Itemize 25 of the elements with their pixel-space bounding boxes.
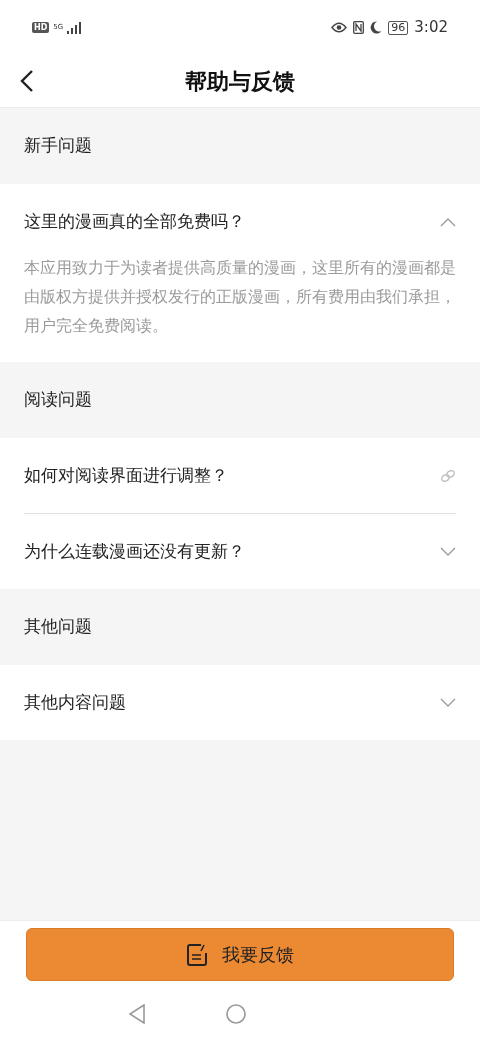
hd-badge: HD (32, 22, 50, 33)
section-heading: 其他问题 (24, 615, 92, 639)
feedback-button[interactable]: 我要反馈 (26, 928, 454, 981)
question-text[interactable]: 这里的漫画真的全部免费吗？ (24, 208, 245, 235)
question-text[interactable]: 为什么连载漫画还没有更新？ (24, 538, 245, 565)
chevron-down-icon[interactable] (440, 546, 456, 557)
chevron-down-icon[interactable] (440, 697, 456, 708)
answer-text: 本应用致力于为读者提供高质量的漫画，这里所有的漫画都是由版权方提供并授权发行的正版漫画，所有费用由我们承担，用户完全免费阅读。 (23, 257, 457, 337)
battery-indicator: 96 (388, 20, 409, 35)
page-title: 帮助与反馈 (185, 66, 295, 96)
section-heading: 阅读问题 (24, 388, 92, 412)
status-time: 3:02 (414, 17, 448, 39)
section-heading: 新手问题 (24, 134, 92, 158)
nav-back-icon[interactable] (128, 1004, 146, 1024)
eye-icon (331, 22, 348, 33)
nav-home-icon[interactable] (226, 1004, 246, 1024)
moon-icon (370, 21, 383, 34)
signal-icon (67, 21, 82, 34)
chevron-up-icon[interactable] (440, 216, 456, 227)
nfc-icon (353, 21, 365, 34)
question-text[interactable]: 其他内容问题 (24, 689, 126, 716)
edit-note-icon (186, 942, 210, 967)
link-icon[interactable] (440, 468, 456, 483)
question-text[interactable]: 如何对阅读界面进行调整？ (24, 462, 228, 489)
back-icon[interactable] (20, 69, 34, 93)
